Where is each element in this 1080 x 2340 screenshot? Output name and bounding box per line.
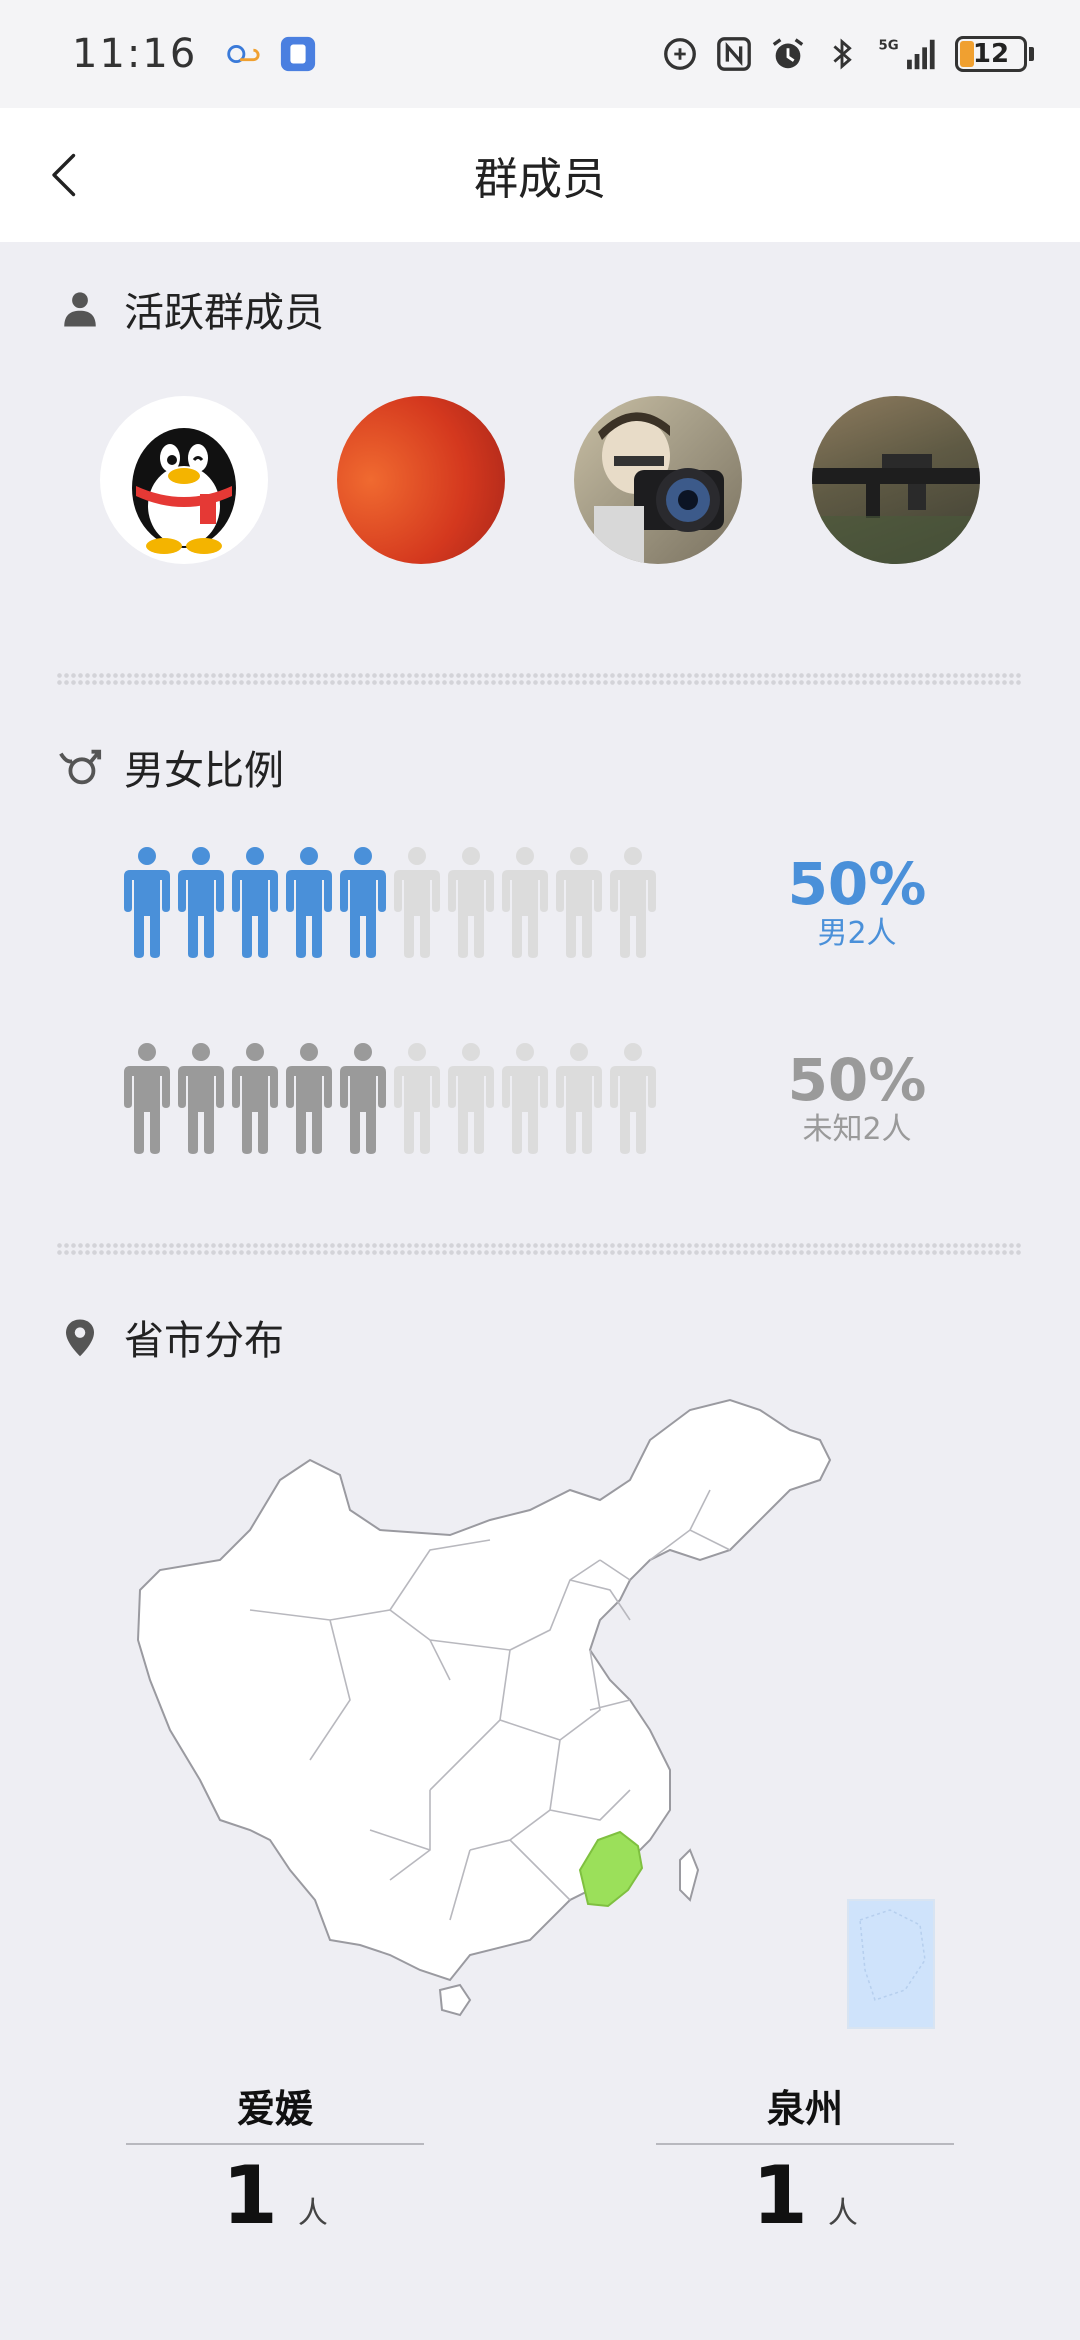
region-count: 1 — [752, 2149, 808, 2242]
bluetooth-icon — [823, 35, 861, 73]
person-icon — [178, 847, 224, 958]
person-icon — [124, 1043, 170, 1154]
region-stat-ehime: 爱媛 1 人 — [126, 2078, 424, 2241]
region-count-row: 1 人 — [126, 2151, 424, 2241]
person-icon — [124, 847, 170, 958]
unknown-stat: 50% 未知2人 — [752, 1048, 962, 1148]
member-avatar-orange[interactable] — [337, 396, 505, 564]
unknown-percent: 50% — [787, 1046, 927, 1114]
weather-cloud-icon — [223, 35, 261, 73]
person-icon — [502, 1043, 548, 1154]
svg-text:5G: 5G — [879, 38, 899, 53]
page-title: 群成员 — [474, 154, 606, 205]
active-members-title: 活跃群成员 — [124, 290, 324, 336]
back-button[interactable] — [30, 142, 96, 208]
status-time: 11:16 — [72, 31, 198, 77]
person-icon — [556, 1043, 602, 1154]
region-name: 爱媛 — [126, 2078, 424, 2145]
person-icon — [394, 1043, 440, 1154]
gender-ratio-title: 男女比例 — [124, 748, 284, 794]
person-icon — [610, 1043, 656, 1154]
active-members-header: 活跃群成员 — [56, 280, 324, 338]
person-icon — [448, 847, 494, 958]
person-icon — [286, 1043, 332, 1154]
person-icon — [232, 847, 278, 958]
region-count-row: 1 人 — [656, 2151, 954, 2241]
person-icon — [56, 285, 104, 333]
app-header: 群成员 — [0, 108, 1080, 242]
region-count: 1 — [222, 2149, 278, 2242]
region-title: 省市分布 — [124, 1318, 284, 1364]
hainan — [438, 1983, 472, 2017]
active-members-list — [100, 396, 980, 566]
male-percent: 50% — [787, 850, 927, 918]
status-bar: 11:16 5G 12 — [0, 0, 1080, 108]
person-icon — [340, 847, 386, 958]
unknown-count: 未知2人 — [802, 1112, 912, 1147]
alarm-icon — [769, 35, 807, 73]
person-icon — [502, 847, 548, 958]
member-avatar-photographer[interactable] — [574, 396, 742, 564]
male-stat: 50% 男2人 — [752, 852, 962, 952]
nfc-icon — [715, 35, 753, 73]
member-avatar-qq-penguin[interactable] — [100, 396, 268, 564]
china-outline — [136, 1398, 832, 1982]
person-icon — [448, 1043, 494, 1154]
region-header: 省市分布 — [56, 1308, 284, 1366]
location-pin-icon — [56, 1313, 104, 1361]
region-stat-quanzhou: 泉州 1 人 — [656, 2078, 954, 2241]
app-notification-icon — [279, 35, 317, 73]
battery-level: 12 — [972, 39, 1010, 69]
region-unit: 人 — [827, 2196, 858, 2231]
data-saver-icon — [661, 35, 699, 73]
person-icon — [286, 847, 332, 958]
person-icon — [610, 847, 656, 958]
male-people-bar — [122, 846, 658, 958]
gender-ratio-header: 男女比例 — [56, 738, 284, 796]
gender-row-unknown: 50% 未知2人 — [122, 1038, 962, 1158]
section-divider — [56, 672, 1022, 686]
person-icon — [394, 847, 440, 958]
chevron-left-icon — [52, 153, 76, 197]
region-name: 泉州 — [656, 2078, 954, 2145]
gender-row-male: 50% 男2人 — [122, 842, 962, 962]
signal-5g-icon: 5G — [877, 35, 939, 73]
taiwan — [679, 1848, 700, 1902]
unknown-people-bar — [122, 1042, 658, 1154]
person-icon — [556, 847, 602, 958]
person-icon — [178, 1043, 224, 1154]
male-count: 男2人 — [817, 916, 897, 951]
china-province-map — [130, 1380, 950, 2030]
gender-symbol-icon — [56, 743, 104, 791]
battery-tip — [1029, 47, 1034, 61]
person-icon — [232, 1043, 278, 1154]
battery-indicator: 12 — [955, 36, 1027, 72]
member-avatar-rifle[interactable] — [812, 396, 980, 564]
section-divider — [56, 1242, 1022, 1256]
person-icon — [340, 1043, 386, 1154]
region-unit: 人 — [297, 2196, 328, 2231]
